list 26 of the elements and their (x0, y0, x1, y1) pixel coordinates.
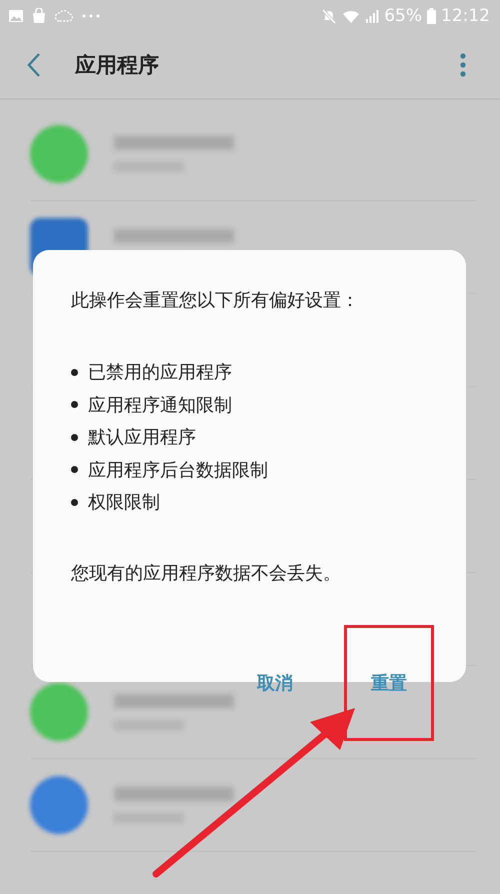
dialog-message: 此操作会重置您以下所有偏好设置： (71, 289, 360, 312)
dialog-note: 您现有的应用程序数据不会丢失。 (71, 562, 342, 584)
page-title: 应用程序 (75, 52, 160, 79)
dialog-button[interactable]: 取消 (230, 624, 320, 740)
more-options-icon[interactable] (460, 53, 466, 77)
shopping-bag-icon (32, 8, 46, 24)
list-item: 应用程序后台数据限制 (88, 458, 268, 482)
list-item: 默认应用程序 (88, 426, 196, 450)
list-item: 已禁用的应用程序 (88, 361, 232, 384)
wifi-icon (342, 8, 360, 24)
bullet-icon (71, 434, 78, 441)
dialog-button[interactable]: 重置 (344, 624, 434, 740)
list-item: 应用程序通知限制 (88, 394, 232, 417)
mute-icon (321, 8, 338, 24)
bullet-icon (71, 466, 78, 474)
list-item: 权限限制 (88, 491, 160, 514)
bullet-icon (71, 368, 78, 376)
signal-icon (365, 9, 380, 23)
cloud-icon (54, 9, 74, 23)
battery-icon (427, 8, 436, 24)
back-icon[interactable] (26, 52, 42, 78)
more-notifications-icon (82, 14, 100, 18)
gallery-icon (8, 9, 24, 23)
blurred-app-icon[interactable] (30, 776, 88, 834)
bullet-icon (71, 401, 78, 408)
bullet-icon (71, 498, 78, 506)
